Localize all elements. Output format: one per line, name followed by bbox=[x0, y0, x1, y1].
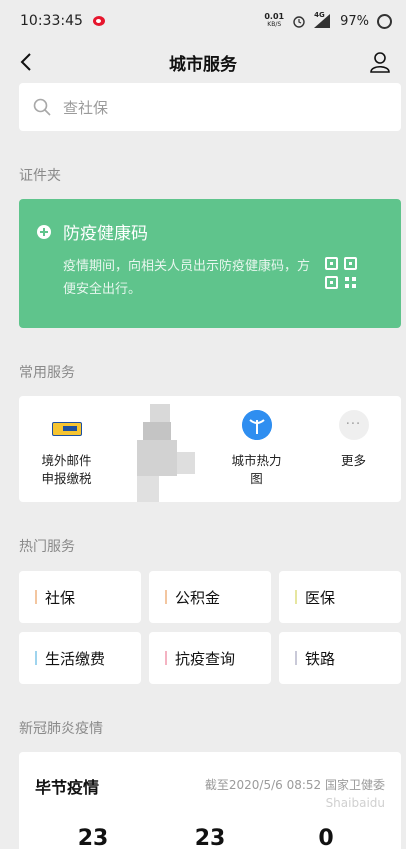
covid-source: 截至2020/5/6 08:52 国家卫健委 bbox=[204, 778, 385, 792]
health-code-description: 疫情期间，向相关人员出示防疫健康码，方便安全出行。 bbox=[63, 259, 311, 297]
covid-number: 23 bbox=[77, 826, 109, 849]
section-title-covid: 新冠肺炎疫情 bbox=[19, 721, 103, 737]
watermark: Shaibaidu bbox=[325, 796, 385, 810]
service-label: 更多 bbox=[340, 453, 366, 468]
service-overseas-mail-tax[interactable]: 境外邮件 申报缴税 bbox=[19, 410, 114, 488]
color-bar bbox=[35, 651, 37, 665]
hot-service-label: 铁路 bbox=[305, 649, 336, 668]
mail-tax-icon bbox=[51, 422, 82, 436]
health-code-card[interactable]: 防疫健康码 疫情期间，向相关人员出示防疫健康码，方便安全出行。 bbox=[19, 199, 401, 328]
search-input[interactable]: 查社保 bbox=[19, 83, 401, 131]
hot-service-label: 生活缴费 bbox=[45, 649, 106, 668]
city-heatmap-icon bbox=[241, 410, 272, 440]
covid-number: 0 bbox=[318, 826, 334, 849]
qr-code-icon bbox=[325, 257, 357, 289]
hot-service-medical-insurance[interactable]: 医保 bbox=[279, 571, 401, 623]
user-icon bbox=[370, 52, 390, 73]
health-code-title: 防疫健康码 bbox=[63, 224, 148, 244]
hot-service-label: 社保 bbox=[45, 588, 76, 607]
color-bar bbox=[35, 590, 37, 604]
section-title-documents: 证件夹 bbox=[19, 168, 61, 184]
color-bar bbox=[165, 651, 167, 665]
status-time: 10:33:45 bbox=[20, 13, 83, 29]
nav-bar: 城市服务 bbox=[0, 42, 406, 82]
hot-service-epidemic-query[interactable]: 抗疫查询 bbox=[149, 632, 271, 684]
service-more[interactable]: ··· 更多 bbox=[306, 410, 401, 470]
section-title-common-services: 常用服务 bbox=[19, 365, 75, 381]
covid-card[interactable]: 毕节疫情 截至2020/5/6 08:52 国家卫健委 Shaibaidu 23… bbox=[19, 752, 401, 849]
pixelated-block bbox=[137, 440, 177, 476]
common-services-card: 境外邮件 申报缴税 城市热力 图 ··· 更多 bbox=[19, 396, 401, 502]
search-placeholder: 查社保 bbox=[63, 98, 109, 117]
hot-service-label: 抗疫查询 bbox=[175, 649, 236, 668]
color-bar bbox=[295, 590, 297, 604]
hot-service-utility-payment[interactable]: 生活缴费 bbox=[19, 632, 141, 684]
weibo-notification-icon bbox=[92, 16, 105, 26]
section-title-hot-services: 热门服务 bbox=[19, 539, 75, 555]
search-icon bbox=[33, 98, 51, 116]
network-type: 4G bbox=[314, 11, 325, 19]
covid-region-title: 毕节疫情 bbox=[35, 778, 100, 797]
network-speed: 0.01 KB/S bbox=[264, 13, 284, 29]
back-button[interactable] bbox=[14, 50, 38, 74]
battery-percent: 97% bbox=[340, 13, 369, 29]
hot-service-label: 公积金 bbox=[175, 588, 221, 607]
network-speed-value: 0.01 bbox=[264, 12, 285, 21]
service-label: 境外邮件 申报缴税 bbox=[41, 453, 92, 486]
hot-service-railway[interactable]: 铁路 bbox=[279, 632, 401, 684]
pixelated-block bbox=[150, 404, 170, 422]
pixelated-block bbox=[143, 422, 171, 440]
status-bar: 10:33:45 0.01 KB/S 4G 97% bbox=[0, 0, 406, 42]
covid-number: 23 bbox=[194, 826, 226, 849]
color-bar bbox=[295, 651, 297, 665]
more-icon: ··· bbox=[338, 410, 369, 440]
service-city-heatmap[interactable]: 城市热力 图 bbox=[209, 410, 304, 488]
color-bar bbox=[165, 590, 167, 604]
user-button[interactable] bbox=[368, 50, 392, 74]
pixelated-block bbox=[137, 476, 159, 502]
hot-service-social-security[interactable]: 社保 bbox=[19, 571, 141, 623]
service-label: 城市热力 图 bbox=[231, 453, 282, 486]
alarm-icon bbox=[293, 16, 305, 28]
chevron-left-icon bbox=[20, 53, 31, 71]
pixelated-block bbox=[177, 452, 195, 474]
hot-service-label: 医保 bbox=[305, 588, 336, 607]
network-speed-unit: KB/S bbox=[267, 21, 282, 28]
page-title: 城市服务 bbox=[169, 54, 237, 75]
medical-cross-icon bbox=[37, 224, 51, 239]
battery-ring-icon bbox=[377, 13, 392, 29]
hot-service-housing-fund[interactable]: 公积金 bbox=[149, 571, 271, 623]
